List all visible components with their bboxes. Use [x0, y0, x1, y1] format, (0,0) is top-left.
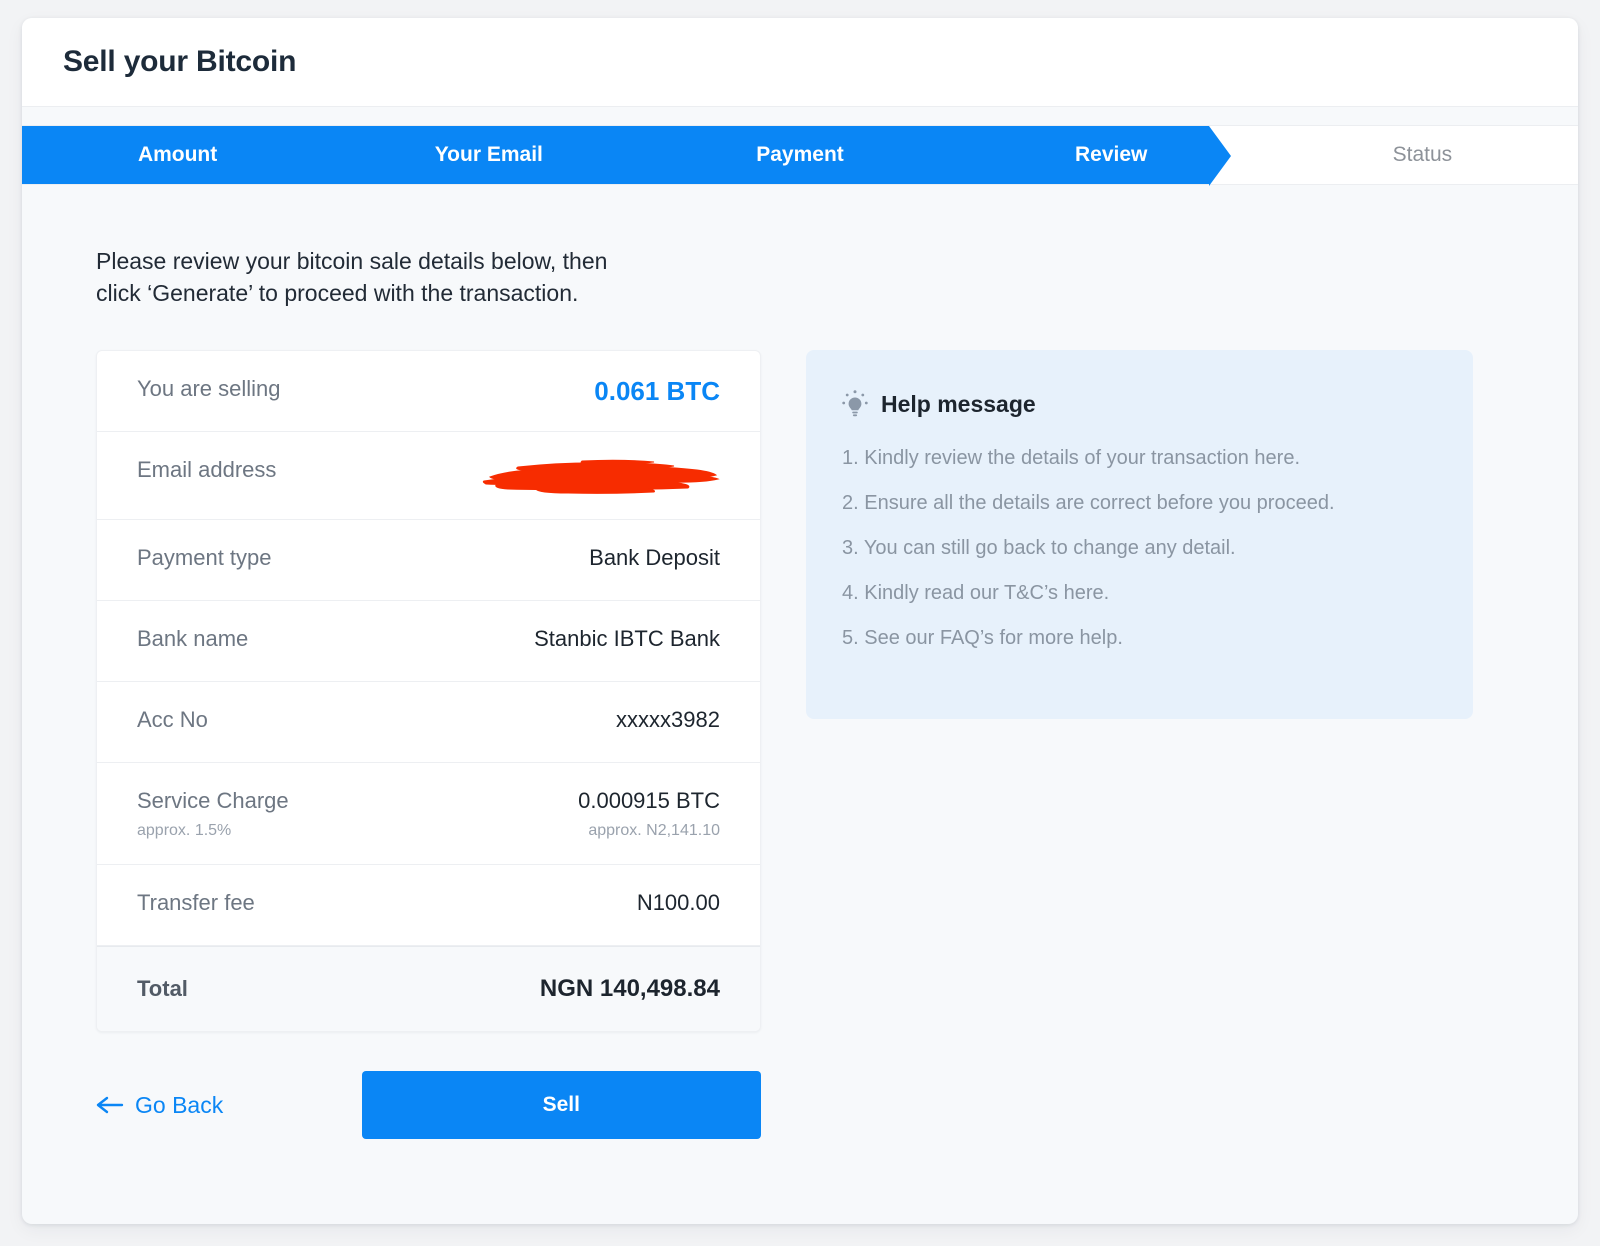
lightbulb-icon [842, 390, 868, 417]
help-message-title: Help message [881, 390, 1036, 417]
step-payment[interactable]: Payment [644, 126, 955, 184]
sell-bitcoin-card: Sell your Bitcoin Amount Your Email Paym… [22, 18, 1578, 1224]
detail-label: Payment type [137, 545, 272, 570]
intro-text: Please review your bitcoin sale details … [96, 245, 696, 309]
total-value: NGN 140,498.84 [539, 975, 720, 1002]
detail-label: Email address [137, 457, 277, 482]
total-label: Total [137, 976, 188, 1001]
redaction-scribble-icon [482, 459, 720, 494]
help-message-header: Help message [842, 390, 1437, 418]
step-status[interactable]: Status [1267, 126, 1578, 184]
intro-line-1: Please review your bitcoin sale details … [96, 248, 608, 274]
arrow-left-icon [96, 1096, 124, 1114]
detail-value-amount: 0.061 BTC [594, 376, 720, 406]
detail-label: Transfer fee [137, 890, 255, 915]
detail-value-sub-service-charge: approx. N2,141.10 [588, 822, 720, 839]
transaction-details-card: You are selling 0.061 BTC Email address [96, 350, 761, 1032]
detail-row-acc-no: Acc No xxxxx3982 [97, 682, 760, 763]
detail-row-you-are-selling: You are selling 0.061 BTC [97, 351, 760, 432]
detail-label: You are selling [137, 376, 281, 401]
detail-label-sub-service-charge: approx. 1.5% [137, 822, 232, 839]
help-message-panel: Help message 1. Kindly review the detail… [806, 350, 1473, 719]
redacted-email-value [482, 457, 720, 495]
detail-value-transfer-fee: N100.00 [636, 890, 720, 915]
sell-button[interactable]: Sell [361, 1071, 761, 1139]
detail-value-acc-no: xxxxx3982 [616, 707, 720, 732]
help-item: 3. You can still go back to change any d… [842, 537, 1236, 559]
detail-row-payment-type: Payment type Bank Deposit [97, 520, 760, 601]
progress-stepper: Amount Your Email Payment Review Status [22, 125, 1578, 186]
detail-value-service-charge: 0.000915 BTC [578, 788, 720, 813]
go-back-link[interactable]: Go Back [96, 1092, 362, 1119]
help-item: 5. See our FAQ’s for more help. [842, 627, 1123, 649]
detail-row-bank-name: Bank name Stanbic IBTC Bank [97, 601, 760, 682]
detail-label-service-charge: Service Charge [137, 788, 289, 813]
step-payment-label: Payment [756, 143, 844, 166]
detail-row-service-charge: Service Charge approx. 1.5% 0.000915 BTC… [97, 763, 760, 865]
detail-label: Bank name [137, 626, 249, 651]
go-back-label: Go Back [135, 1091, 224, 1118]
help-item: 4. Kindly read our T&C’s here. [842, 582, 1110, 604]
step-your-email-label: Your Email [434, 143, 543, 166]
intro-line-2: click ‘Generate’ to proceed with the tra… [96, 280, 579, 306]
help-item: 2. Ensure all the details are correct be… [842, 492, 1335, 514]
step-review-label: Review [1075, 143, 1148, 166]
step-your-email[interactable]: Your Email [333, 126, 644, 184]
detail-value-bank-name: Stanbic IBTC Bank [534, 626, 720, 651]
detail-value-payment-type: Bank Deposit [589, 545, 720, 570]
detail-row-transfer-fee: Transfer fee N100.00 [97, 865, 760, 946]
detail-row-total: Total NGN 140,498.84 [97, 946, 760, 1031]
detail-label: Service Charge approx. 1.5% [137, 788, 289, 840]
step-amount[interactable]: Amount [22, 126, 333, 184]
help-item: 1. Kindly review the details of your tra… [842, 447, 1301, 469]
step-review[interactable]: Review [956, 126, 1267, 184]
form-actions: Go Back Sell [96, 1071, 761, 1139]
step-amount-label: Amount [137, 143, 218, 166]
detail-value-service-charge-group: 0.000915 BTC approx. N2,141.10 [578, 788, 720, 840]
step-status-label: Status [1392, 143, 1453, 166]
detail-row-email-address: Email address [97, 432, 760, 520]
title-bar: Sell your Bitcoin [22, 18, 1578, 107]
detail-label: Acc No [137, 707, 208, 732]
page-title: Sell your Bitcoin [63, 45, 297, 78]
